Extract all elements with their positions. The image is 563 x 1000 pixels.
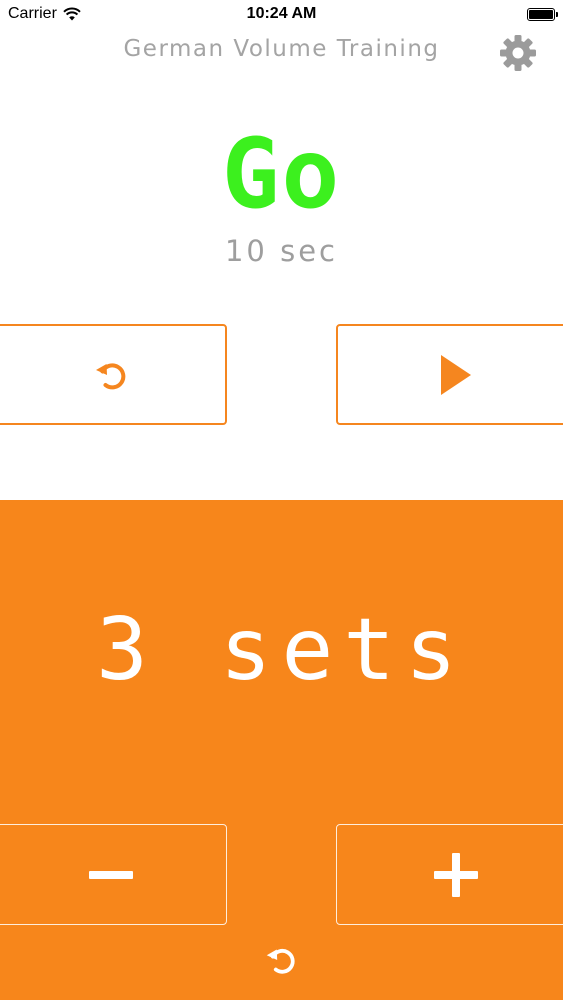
reset-sets-button[interactable]	[262, 940, 300, 980]
undo-icon	[266, 949, 295, 974]
plus-icon	[434, 852, 478, 897]
gear-icon	[500, 35, 536, 71]
minus-icon	[88, 870, 133, 879]
undo-icon	[95, 362, 125, 389]
status-time: 10:24 AM	[246, 5, 317, 22]
timer-duration: 10 sec	[224, 234, 338, 268]
start-timer-button[interactable]	[336, 324, 563, 425]
app-title: German Volume Training	[123, 36, 440, 62]
increment-sets-button[interactable]	[336, 824, 563, 925]
timer-status: Go	[221, 118, 342, 230]
reset-timer-button[interactable]	[0, 324, 227, 425]
settings-button[interactable]	[498, 33, 538, 73]
battery-icon	[527, 8, 558, 21]
sets-count: 3 sets	[96, 600, 467, 700]
sets-panel	[0, 500, 563, 1000]
status-bar: Carrier 10:24 AM	[0, 0, 563, 30]
decrement-sets-button[interactable]	[0, 824, 227, 925]
play-icon	[441, 354, 471, 395]
